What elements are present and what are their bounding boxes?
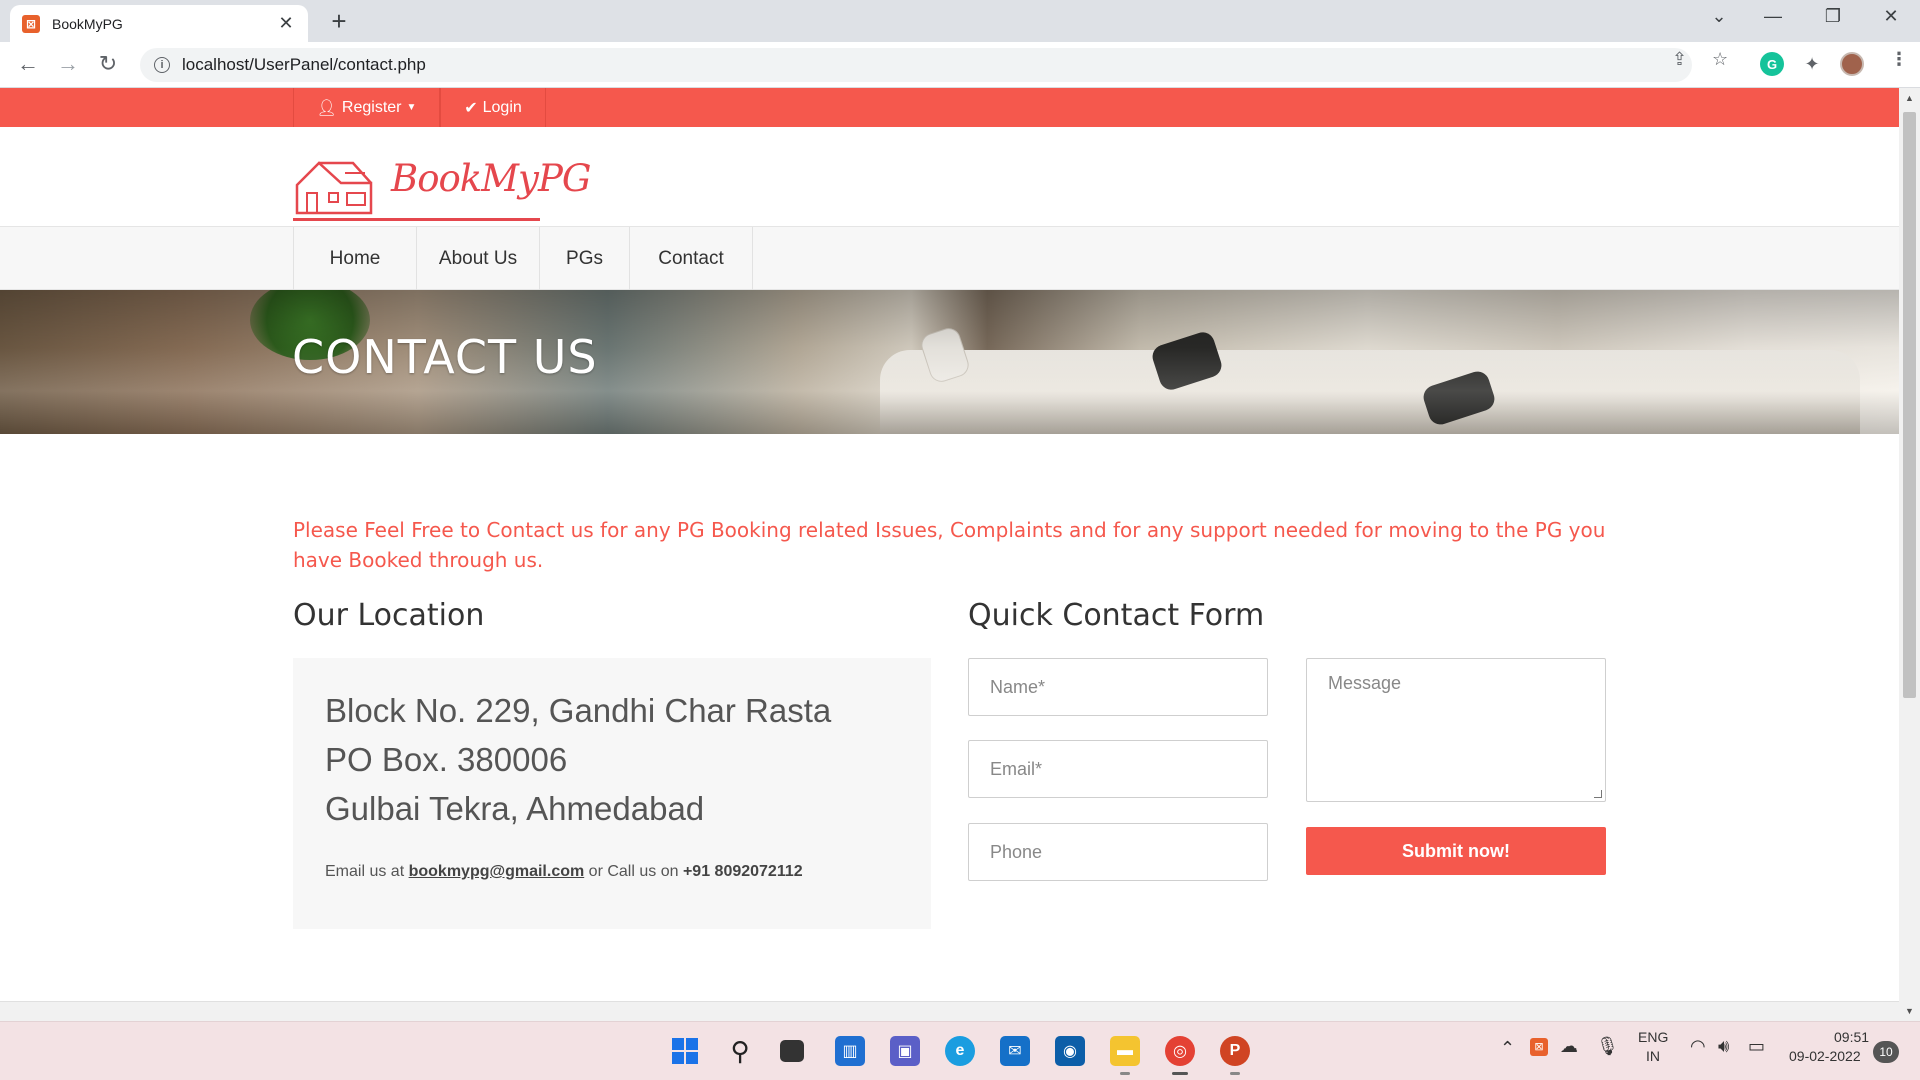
taskbar: ⚲ ▥ ▣ e ✉ ◉ ▬ ◎ P ⌃ ⊠ ☁ 🎙︎ ENG IN ◠ 🔊︎ ▭…	[0, 1021, 1920, 1080]
our-location-heading: Our Location	[293, 598, 485, 633]
logo-text: BookMyPG	[391, 157, 591, 200]
site-logo[interactable]: BookMyPG	[293, 157, 591, 223]
widgets-icon[interactable]: ▥	[835, 1036, 865, 1066]
nav-pgs[interactable]: PGs	[540, 227, 630, 290]
register-label: Register	[341, 98, 402, 116]
login-label: Login	[482, 98, 522, 116]
phone-prefix: or Call us on	[588, 863, 679, 880]
logo-underline	[293, 218, 540, 221]
chrome-browser-icon[interactable]: ◎	[1165, 1036, 1195, 1066]
address-line: Gulbai Tekra, Ahmedabad	[325, 790, 705, 827]
tab-title: BookMyPG	[52, 15, 123, 32]
grammarly-extension-icon[interactable]: G	[1760, 52, 1784, 76]
clock-date[interactable]: 09-02-2022	[1789, 1048, 1861, 1064]
nav-contact[interactable]: Contact	[630, 227, 753, 290]
share-icon[interactable]: ⇪	[1672, 49, 1687, 70]
banner-overlay	[0, 290, 1899, 434]
contact-form-heading: Quick Contact Form	[968, 598, 1265, 633]
page-scrollbar[interactable]: ▲ ▼	[1899, 88, 1920, 1021]
region-indicator[interactable]: IN	[1646, 1048, 1660, 1064]
reload-icon[interactable]: ↻	[94, 51, 122, 77]
close-window-icon[interactable]: ✕	[1876, 6, 1906, 27]
scroll-thumb[interactable]	[1903, 112, 1916, 698]
search-icon[interactable]: ⚲	[725, 1036, 755, 1066]
email-field[interactable]: Email*	[968, 740, 1268, 798]
profile-avatar[interactable]	[1840, 52, 1864, 76]
name-field[interactable]: Name*	[968, 658, 1268, 716]
contact-info: Email us at bookmypg@gmail.com or Call u…	[325, 863, 803, 881]
bookmark-star-icon[interactable]: ☆	[1712, 49, 1728, 70]
location-box: Block No. 229, Gandhi Char Rasta PO Box.…	[293, 658, 931, 929]
tab-close-icon[interactable]: ✕	[276, 13, 296, 34]
message-placeholder: Message	[1328, 673, 1402, 693]
intro-text: Please Feel Free to Contact us for any P…	[293, 518, 1606, 572]
browser-menu-icon[interactable]: ⋮	[1890, 49, 1908, 70]
email-prefix: Email us at	[325, 863, 405, 880]
task-view-icon[interactable]	[780, 1040, 804, 1062]
running-indicator	[1230, 1072, 1240, 1075]
powerpoint-icon[interactable]: P	[1220, 1036, 1250, 1066]
caret-down-icon: ▼	[406, 102, 417, 113]
xampp-tray-icon[interactable]: ⊠	[1530, 1038, 1548, 1056]
back-icon[interactable]: ←	[14, 51, 42, 77]
scroll-down-icon[interactable]: ▼	[1899, 1003, 1920, 1019]
file-explorer-icon[interactable]: ▬	[1110, 1036, 1140, 1066]
teams-chat-icon[interactable]: ▣	[890, 1036, 920, 1066]
submit-button[interactable]: Submit now!	[1306, 827, 1606, 875]
page-viewport: 👤︎ Register ▼ ✔ Login BookMyPG Home Abou…	[0, 88, 1899, 1021]
login-link[interactable]: ✔ Login	[440, 88, 546, 127]
resize-handle-icon[interactable]	[1594, 790, 1602, 798]
browser-tab-strip: ⊠ BookMyPG ✕ + ⌄ — ❐ ✕	[0, 0, 1920, 42]
browser-tab[interactable]: ⊠ BookMyPG ✕	[10, 5, 308, 42]
hero-banner: CONTACT US	[0, 290, 1899, 434]
tray-overflow-icon[interactable]: ⌃	[1500, 1038, 1515, 1059]
register-dropdown[interactable]: 👤︎ Register ▼	[293, 88, 440, 127]
minimize-icon[interactable]: —	[1758, 6, 1788, 27]
microphone-icon[interactable]: 🎙︎	[1596, 1036, 1619, 1057]
message-textarea[interactable]: Message	[1306, 658, 1606, 802]
url-bar[interactable]: i localhost/UserPanel/contact.php	[140, 48, 1692, 82]
edge-browser-icon[interactable]: e	[945, 1036, 975, 1066]
nav-home[interactable]: Home	[293, 227, 417, 290]
phone-field[interactable]: Phone	[968, 823, 1268, 881]
new-tab-button[interactable]: +	[324, 6, 354, 37]
extensions-puzzle-icon[interactable]: ✦	[1800, 52, 1824, 76]
mail-icon[interactable]: ✉	[1000, 1036, 1030, 1066]
check-circle-icon: ✔	[464, 99, 478, 117]
onedrive-icon[interactable]: ☁	[1560, 1036, 1578, 1057]
address-line: Block No. 229, Gandhi Char Rasta	[325, 692, 832, 729]
clock-time[interactable]: 09:51	[1834, 1029, 1869, 1045]
email-link[interactable]: bookmypg@gmail.com	[409, 863, 585, 880]
restore-icon[interactable]: ❐	[1818, 6, 1848, 27]
scroll-up-icon[interactable]: ▲	[1899, 90, 1920, 106]
battery-icon[interactable]: ▭	[1748, 1036, 1765, 1057]
volume-icon[interactable]: 🔊︎	[1718, 1036, 1729, 1057]
header: BookMyPG	[0, 127, 1899, 227]
windows-start-icon[interactable]	[670, 1036, 700, 1066]
top-utility-bar: 👤︎ Register ▼ ✔ Login	[0, 88, 1899, 127]
footer-edge	[0, 1001, 1899, 1021]
forward-icon[interactable]: →	[54, 51, 82, 77]
house-logo-icon	[295, 161, 373, 215]
tab-search-icon[interactable]: ⌄	[1704, 6, 1734, 27]
address-line: PO Box. 380006	[325, 741, 568, 778]
page-title: CONTACT US	[292, 330, 598, 384]
nav-about-us[interactable]: About Us	[417, 227, 540, 290]
xampp-favicon-icon: ⊠	[22, 14, 40, 33]
address-bar-row: ← → ↻ i localhost/UserPanel/contact.php …	[0, 42, 1920, 88]
running-indicator	[1120, 1072, 1130, 1075]
wifi-icon[interactable]: ◠	[1690, 1036, 1706, 1057]
phone-number: +91 8092072112	[682, 863, 803, 880]
active-indicator	[1172, 1072, 1188, 1075]
notification-badge[interactable]: 10	[1873, 1041, 1899, 1063]
language-indicator[interactable]: ENG	[1638, 1029, 1668, 1045]
user-icon: 👤︎	[316, 99, 337, 117]
url-text: localhost/UserPanel/contact.php	[182, 55, 426, 74]
dell-app-icon[interactable]: ◉	[1055, 1036, 1085, 1066]
main-navigation: Home About Us PGs Contact	[0, 227, 1899, 290]
site-info-icon[interactable]: i	[154, 57, 170, 73]
